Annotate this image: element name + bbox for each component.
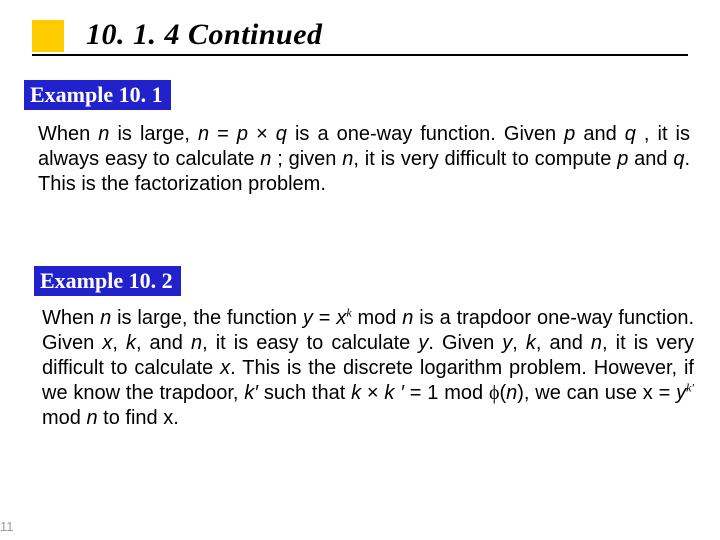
- title-underline: [32, 54, 688, 56]
- example-2-body: When n is large, the function y = xk mod…: [42, 306, 694, 431]
- example-1-body: When n is large, n = p × q is a one-way …: [38, 122, 690, 197]
- page-number: 11: [0, 519, 14, 534]
- corner-accent: [32, 20, 64, 52]
- example-1-label: Example 10. 1: [24, 80, 171, 110]
- example-2-label: Example 10. 2: [34, 266, 181, 296]
- slide-title: 10. 1. 4 Continued: [86, 18, 323, 51]
- slide-title-wrap: 10. 1. 4 Continued: [86, 18, 680, 54]
